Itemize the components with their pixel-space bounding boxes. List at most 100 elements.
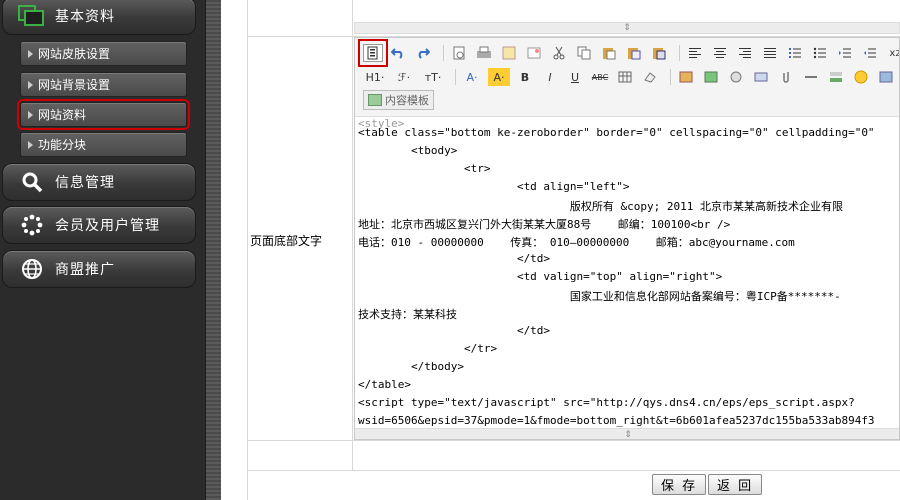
font-family-dropdown[interactable]: ℱ· <box>392 68 416 86</box>
code-line: <td align="left"> <box>358 180 630 193</box>
code-line: <td valign="top" align="right"> <box>358 270 723 283</box>
source-code-textarea[interactable]: <style> <table class="bottom ke-zerobord… <box>355 116 899 428</box>
code-icon[interactable] <box>524 44 544 62</box>
ordered-list-icon[interactable] <box>785 44 805 62</box>
category-label: 基本资料 <box>55 9 115 25</box>
save-button[interactable]: 保 存 <box>652 474 707 495</box>
preview-icon[interactable] <box>449 44 469 62</box>
sidebar-item-site-info[interactable]: 网站资料 <box>17 99 190 130</box>
search-icon <box>17 170 47 194</box>
category-label: 信息管理 <box>55 175 115 191</box>
folder-icon <box>17 4 47 28</box>
code-line: </tbody> <box>358 360 464 373</box>
align-center-icon[interactable] <box>710 44 730 62</box>
category-info-management[interactable]: 信息管理 <box>2 163 196 201</box>
sidebar-item-background[interactable]: 网站背景设置 <box>20 72 187 97</box>
column-divider <box>352 0 353 470</box>
justify-icon[interactable] <box>760 44 780 62</box>
paste-word-icon[interactable] <box>649 44 669 62</box>
emoticon-icon[interactable] <box>851 68 871 86</box>
code-line: </table> <box>358 378 411 391</box>
template-icon[interactable] <box>499 44 519 62</box>
code-line: 国家工业和信息化部网站备案编号：粤ICP备*******- <box>358 290 841 303</box>
sidebar-item-function-blocks[interactable]: 功能分块 <box>20 132 187 157</box>
undo-icon[interactable] <box>388 44 408 62</box>
sidebar-item-label: 网站资料 <box>38 108 87 122</box>
font-size-dropdown[interactable]: тT· <box>421 68 445 86</box>
triangle-right-icon <box>28 140 33 149</box>
category-members[interactable]: 会员及用户管理 <box>2 206 196 244</box>
strikethrough-button[interactable]: ABC <box>590 68 610 86</box>
outdent-icon[interactable] <box>860 44 880 62</box>
triangle-right-icon <box>28 110 33 119</box>
italic-button[interactable]: I <box>540 68 560 86</box>
media-icon[interactable] <box>726 68 746 86</box>
table-icon[interactable] <box>615 68 635 86</box>
users-dots-icon <box>17 213 47 237</box>
code-line: 电话：010 - 00000000 传真： 010—00000000 邮箱：ab… <box>358 236 795 249</box>
heading-dropdown[interactable]: H1· <box>363 68 387 86</box>
field-label: 页面底部文字 <box>250 234 323 248</box>
cut-icon[interactable] <box>549 44 569 62</box>
back-button[interactable]: 返 回 <box>708 474 763 495</box>
unordered-list-icon[interactable] <box>810 44 830 62</box>
sidebar-scroll-strip <box>205 0 221 500</box>
category-basic-info[interactable]: 基本资料 <box>2 0 196 35</box>
prev-editor-resize-handle[interactable]: ⇕ <box>354 22 900 34</box>
template-icon <box>368 94 382 106</box>
triangle-right-icon <box>28 80 33 89</box>
sidebar-item-label: 网站皮肤设置 <box>38 47 111 61</box>
bold-button[interactable]: B <box>515 68 535 86</box>
code-line: 地址：北京市西城区复兴门外大街某某大厦88号 邮编：100100<br /> <box>358 218 731 231</box>
code-line: 版权所有 &copy; 2011 北京市某某高新技术企业有限 <box>358 200 844 213</box>
source-icon[interactable] <box>358 39 388 67</box>
editor-resize-handle[interactable]: ⇕ <box>355 428 899 439</box>
sidebar: 基本资料 网站皮肤设置 网站背景设置 网站资料 功能分块 信息管理 会员及用户管… <box>0 0 205 500</box>
sidebar-item-label: 功能分块 <box>38 138 87 152</box>
rich-text-editor: x2 H1· ℱ· тT· A· A· B I U ABC <box>354 37 900 440</box>
code-line: </td> <box>358 252 551 265</box>
paperclip-icon[interactable] <box>776 68 796 86</box>
print-icon[interactable] <box>474 44 494 62</box>
eraser-icon[interactable] <box>640 68 660 86</box>
sidebar-item-skin[interactable]: 网站皮肤设置 <box>20 41 187 66</box>
category-label: 商盟推广 <box>55 262 115 278</box>
image-icon[interactable] <box>676 68 696 86</box>
triangle-right-icon <box>28 49 33 58</box>
paste-icon[interactable] <box>599 44 619 62</box>
code-line: <script type="text/javascript" src="http… <box>358 396 855 409</box>
code-line: <tbody> <box>358 144 458 157</box>
hr-icon[interactable] <box>801 68 821 86</box>
code-line: 技术支持：某某科技 <box>358 308 457 321</box>
subscript-icon[interactable]: x2 <box>885 44 899 62</box>
row-divider <box>247 470 900 471</box>
main-content: ⇕ 页面底部文字 x H1· ℱ· тT· A· A· B I U ABC 内容… <box>222 0 900 500</box>
highlight-color-dropdown[interactable]: A· <box>488 68 510 86</box>
indent-icon[interactable] <box>835 44 855 62</box>
toolbar-row-1: x2 <box>358 39 899 67</box>
globe-icon <box>17 257 47 281</box>
row-divider <box>247 440 900 441</box>
font-color-dropdown[interactable]: A· <box>461 68 483 86</box>
toolbar-row-2: H1· ℱ· тT· A· A· B I U ABC <box>363 65 899 89</box>
code-line: <table class="bottom ke-zeroborder" bord… <box>358 126 875 139</box>
paste-text-icon[interactable] <box>624 44 644 62</box>
category-alliance[interactable]: 商盟推广 <box>2 250 196 288</box>
copy-icon[interactable] <box>574 44 594 62</box>
flash-icon[interactable] <box>701 68 721 86</box>
anchor-icon[interactable] <box>876 68 896 86</box>
underline-button[interactable]: U <box>565 68 585 86</box>
content-template-button[interactable]: 内容模板 <box>363 90 434 110</box>
align-right-icon[interactable] <box>735 44 755 62</box>
code-line: wsid=6506&epsid=37&pmode=1&fmode=bottom_… <box>358 414 875 427</box>
pagebreak-icon[interactable] <box>826 68 846 86</box>
redo-icon[interactable] <box>413 44 433 62</box>
align-left-icon[interactable] <box>685 44 705 62</box>
attachment-icon[interactable] <box>751 68 771 86</box>
sidebar-item-label: 网站背景设置 <box>38 78 111 92</box>
code-line: <tr> <box>358 162 491 175</box>
content-template-label: 内容模板 <box>385 94 429 107</box>
code-line: </td> <box>358 324 551 337</box>
code-line: </tr> <box>358 342 498 355</box>
category-label: 会员及用户管理 <box>55 218 160 234</box>
